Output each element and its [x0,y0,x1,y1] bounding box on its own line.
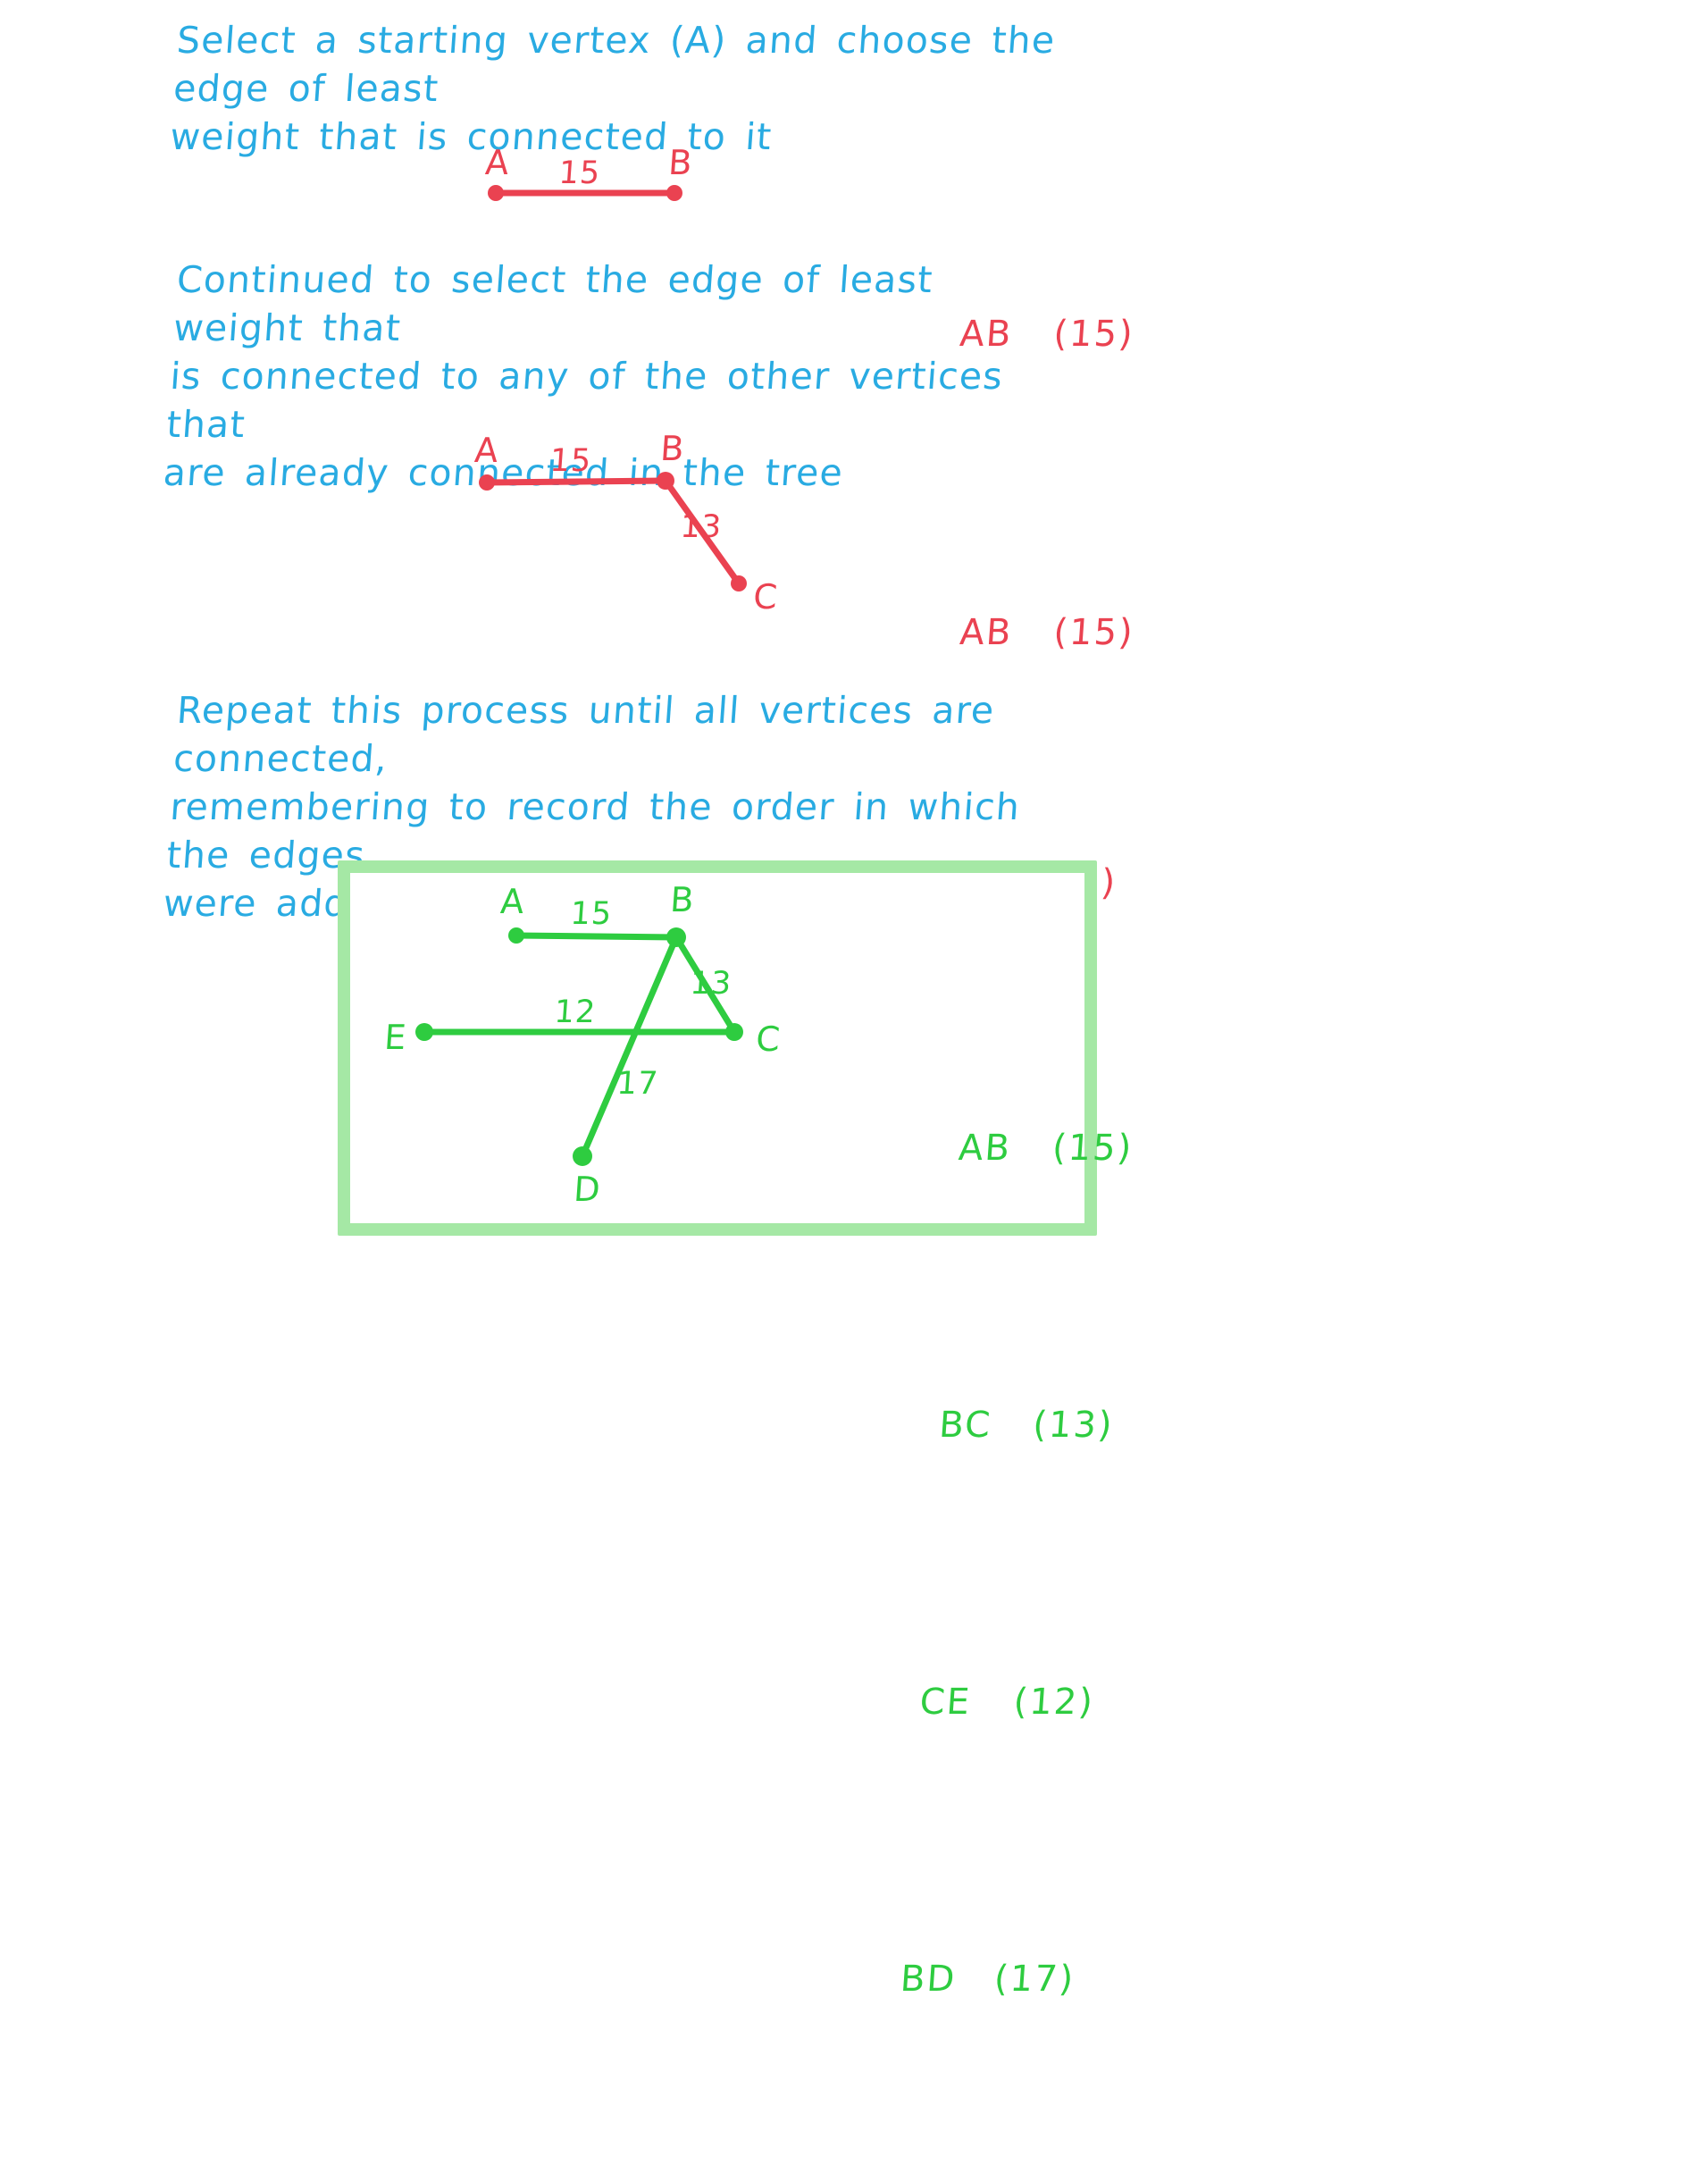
vertex-E [415,1023,433,1041]
weight-label-AB: 15 [557,155,602,191]
edge-weight: (12) [1012,1682,1096,1723]
diagram-3: A B C D E 15 13 12 17 [383,860,816,1218]
vertex-C [725,1023,743,1041]
edge-AB [483,477,669,486]
notes-page: Select a starting vertex (A) and choose … [0,0,1708,2000]
vertex-B [657,472,674,490]
edge-weight: (17) [992,1959,1076,2000]
vertex-A [479,474,495,491]
weight-label-BC: 13 [689,966,733,1002]
edge-list-row: BD (17) [816,1896,1080,2062]
edge-weight: (15) [1051,1128,1134,1169]
diagram-2: A B C 15 13 [442,429,817,625]
edge-pair: BC [937,1405,993,1446]
edge-pair: AB [958,612,1015,653]
vertex-label-A: A [483,143,511,182]
vertex-C [731,575,747,591]
vertex-D [573,1146,592,1166]
edge-list-row: AB (15) [875,558,1139,708]
vertex-label-A: A [473,431,500,470]
edge-pair: AB [957,1128,1013,1169]
edge-pair: BD [899,1959,958,2000]
weight-label-AB: 15 [548,443,593,479]
edge-BD [579,934,680,1160]
vertex-label-B: B [668,880,697,919]
vertex-A [488,185,504,201]
vertex-label-B: B [666,143,695,182]
edge-list-row: AB (15) [874,1065,1138,1231]
weight-label-BC: 13 [679,509,724,545]
edge-weight: (13) [1031,1405,1116,1446]
weight-label-BD: 17 [615,1066,660,1102]
edge-pair: CE [918,1682,973,1723]
vertex-label-C: C [751,577,780,617]
vertex-label-D: D [572,1170,603,1209]
edge-weight: (15) [1051,612,1136,653]
vertex-label-A: A [498,882,526,921]
edge-list-row: CE (12) [835,1619,1100,1785]
diagram-1: A B 15 [451,139,773,247]
vertex-label-C: C [754,1019,783,1059]
vertex-label-B: B [658,429,687,468]
vertex-A [508,927,524,944]
vertex-label-E: E [382,1018,409,1057]
edge-list-row: BC (13) [855,1342,1119,1508]
vertex-B [666,185,682,201]
weight-label-AB: 15 [569,896,614,932]
edge-AB [513,932,680,941]
weight-label-CE: 12 [553,994,598,1030]
vertex-B [666,927,686,947]
